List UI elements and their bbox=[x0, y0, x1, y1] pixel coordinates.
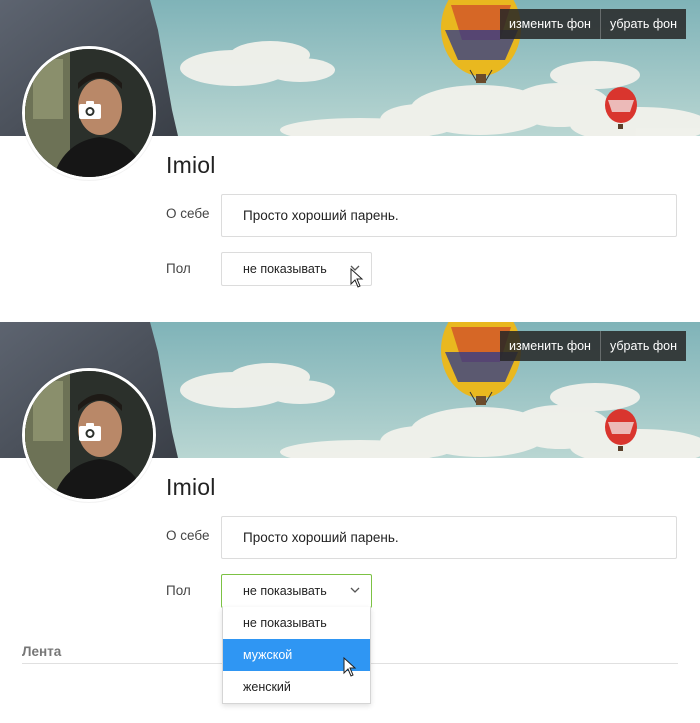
remove-background-button[interactable]: убрать фон bbox=[599, 331, 686, 361]
mouse-pointer-icon bbox=[343, 657, 357, 677]
remove-background-button[interactable]: убрать фон bbox=[599, 9, 686, 39]
username: Imiol bbox=[166, 474, 216, 500]
gender-label: Пол bbox=[166, 261, 191, 276]
gender-select-value: не показывать bbox=[243, 262, 327, 276]
change-background-button[interactable]: изменить фон bbox=[499, 331, 600, 361]
gender-select[interactable]: не показывать bbox=[221, 574, 372, 608]
feed-title: Лента bbox=[22, 644, 62, 659]
about-field[interactable]: Просто хороший парень. bbox=[221, 194, 677, 237]
change-background-button[interactable]: изменить фон bbox=[499, 9, 600, 39]
gender-option-hidden[interactable]: не показывать bbox=[223, 607, 370, 639]
username: Imiol bbox=[166, 152, 216, 178]
camera-icon[interactable] bbox=[78, 422, 102, 442]
gender-dropdown: не показывать мужской женский bbox=[222, 607, 371, 704]
about-label: О себе bbox=[166, 206, 210, 221]
about-label: О себе bbox=[166, 528, 210, 543]
gender-label: Пол bbox=[166, 583, 191, 598]
camera-icon[interactable] bbox=[78, 100, 102, 120]
gender-select-value: не показывать bbox=[243, 584, 327, 598]
profile-panel-before: изменить фон убрать фон Imiol О себе Про… bbox=[0, 0, 700, 322]
mouse-pointer-icon bbox=[350, 268, 364, 288]
chevron-down-icon bbox=[350, 587, 360, 593]
about-field[interactable]: Просто хороший парень. bbox=[221, 516, 677, 559]
